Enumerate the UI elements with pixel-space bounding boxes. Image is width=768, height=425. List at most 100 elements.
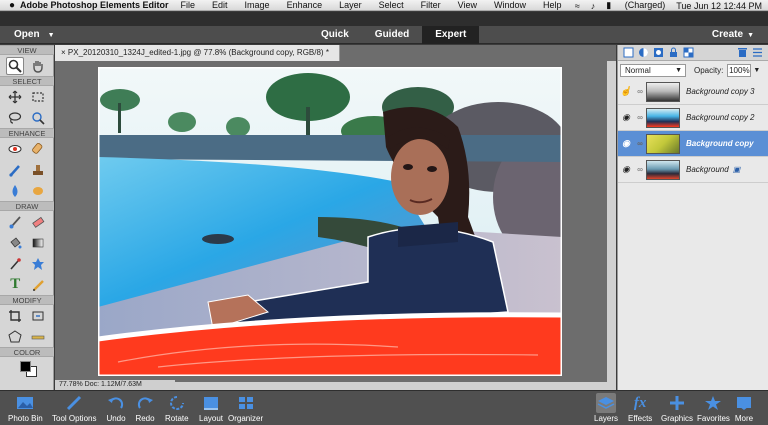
menu-window[interactable]: Window (494, 0, 526, 10)
redo-button[interactable]: Redo (135, 393, 155, 423)
lock-all-icon[interactable] (667, 47, 680, 59)
blend-mode-select[interactable]: Normal ▼ (620, 63, 686, 77)
menu-filter[interactable]: Filter (421, 0, 441, 10)
menu-file[interactable]: File (181, 0, 196, 10)
layer-mask-icon[interactable] (652, 47, 665, 59)
battery-label: (Charged) (624, 0, 666, 10)
blend-row: Normal ▼ Opacity: 100% ▼ (618, 61, 768, 79)
open-label: Open (14, 29, 40, 40)
tab-quick[interactable]: Quick (308, 26, 362, 44)
more-button[interactable]: More (734, 393, 754, 423)
photo-bin-button[interactable]: Photo Bin (8, 393, 43, 423)
layer-row[interactable]: ☝ ∞ Background copy 3 (618, 79, 768, 105)
pencil-tool-icon[interactable] (29, 276, 47, 294)
layer-row[interactable]: ◉ ∞ Background ▣ (618, 157, 768, 183)
gradient-tool-icon[interactable] (29, 234, 47, 252)
opacity-input[interactable]: 100% (727, 63, 752, 77)
wifi-icon[interactable]: ≈ (575, 1, 580, 11)
eye-icon[interactable]: ◉ (618, 164, 634, 175)
clock[interactable]: Tue Jun 12 12:44 PM (676, 1, 762, 11)
red-eye-tool-icon[interactable] (6, 140, 24, 158)
eyedropper-tool-icon[interactable] (6, 255, 24, 273)
type-tool-icon[interactable]: T (6, 276, 24, 294)
layers-button[interactable]: Layers (594, 393, 618, 423)
menu-edit[interactable]: Edit (212, 0, 228, 10)
apple-menu-icon[interactable]: ● (4, 0, 20, 11)
document-tab[interactable]: × PX_20120310_1324J_edited-1.jpg @ 77.8%… (55, 45, 340, 61)
organizer-button[interactable]: Organizer (228, 393, 263, 423)
favorites-button[interactable]: Favorites (697, 393, 730, 423)
layer-row-selected[interactable]: ◉ ∞ Background copy (618, 131, 768, 157)
layer-thumbnail (646, 107, 680, 128)
quick-selection-tool-icon[interactable] (29, 109, 47, 127)
volume-icon[interactable]: ♪ (591, 1, 596, 11)
effects-button[interactable]: fx Effects (628, 393, 652, 424)
new-adjustment-layer-icon[interactable] (637, 47, 650, 59)
vertical-scrollbar[interactable] (607, 61, 616, 383)
organizer-label: Organizer (228, 414, 264, 423)
open-button[interactable]: Open ▼ (14, 29, 55, 40)
tool-options-button[interactable]: Tool Options (52, 393, 96, 423)
hand-icon[interactable]: ☝ (618, 86, 634, 97)
menu-select[interactable]: Select (379, 0, 404, 10)
layer-thumbnail (646, 133, 680, 154)
tool-options-label: Tool Options (52, 414, 97, 423)
custom-shape-tool-icon[interactable] (29, 255, 47, 273)
lock-transparent-icon[interactable] (682, 47, 695, 59)
link-icon[interactable]: ∞ (634, 165, 646, 174)
recompose-tool-icon[interactable] (29, 307, 47, 325)
blur-tool-icon[interactable] (6, 182, 24, 200)
clone-stamp-tool-icon[interactable] (29, 161, 47, 179)
hand-tool-icon[interactable] (29, 57, 47, 75)
delete-layer-icon[interactable] (736, 47, 749, 59)
lock-icon: ▣ (732, 165, 741, 174)
layout-button[interactable]: Layout (199, 393, 223, 423)
eye-icon[interactable]: ◉ (618, 112, 634, 123)
smart-brush-tool-icon[interactable] (6, 161, 24, 179)
menu-enhance[interactable]: Enhance (287, 0, 323, 10)
marquee-tool-icon[interactable] (29, 88, 47, 106)
lasso-tool-icon[interactable] (6, 109, 24, 127)
spot-healing-tool-icon[interactable] (29, 140, 47, 158)
menu-image[interactable]: Image (245, 0, 270, 10)
new-layer-icon[interactable] (622, 47, 635, 59)
eraser-tool-icon[interactable] (29, 213, 47, 231)
create-button[interactable]: Create ▼ (712, 29, 754, 40)
fx-icon: fx (633, 394, 647, 411)
menu-layer[interactable]: Layer (339, 0, 362, 10)
layout-label: Layout (199, 414, 224, 423)
brush-tool-icon[interactable] (6, 213, 24, 231)
move-tool-icon[interactable] (6, 88, 24, 106)
menu-help[interactable]: Help (543, 0, 562, 10)
tab-guided[interactable]: Guided (362, 26, 422, 44)
crop-tool-icon[interactable] (6, 307, 24, 325)
layer-row[interactable]: ◉ ∞ Background copy 2 (618, 105, 768, 131)
horizontal-scrollbar[interactable] (175, 382, 616, 390)
panel-menu-icon[interactable] (751, 47, 764, 59)
section-modify: MODIFY (0, 295, 54, 305)
menu-view[interactable]: View (458, 0, 477, 10)
content-aware-move-tool-icon[interactable] (6, 328, 24, 346)
section-select: SELECT (0, 76, 54, 86)
paint-bucket-tool-icon[interactable] (6, 234, 24, 252)
eye-icon[interactable]: ◉ (618, 138, 634, 149)
link-icon[interactable]: ∞ (634, 87, 646, 96)
battery-status[interactable]: ▮ (Charged) (606, 0, 665, 11)
undo-button[interactable]: Undo (106, 393, 126, 423)
foreground-color-swatch[interactable] (20, 361, 31, 372)
zoom-tool-icon[interactable] (6, 56, 25, 75)
link-icon[interactable]: ∞ (634, 113, 646, 122)
color-swatches[interactable] (0, 357, 53, 379)
undo-icon (106, 393, 126, 413)
app-menu[interactable]: Adobe Photoshop Elements Editor (20, 0, 169, 10)
sponge-tool-icon[interactable] (29, 182, 47, 200)
opacity-stepper-icon[interactable]: ▼ (753, 67, 760, 74)
graphics-button[interactable]: Graphics (661, 393, 693, 423)
straighten-tool-icon[interactable] (29, 328, 47, 346)
link-icon[interactable]: ∞ (634, 139, 646, 148)
tab-expert[interactable]: Expert (422, 26, 480, 44)
rotate-button[interactable]: Rotate (165, 393, 189, 423)
layer-thumbnail (646, 81, 680, 102)
document-image[interactable] (98, 67, 562, 376)
redo-label: Redo (135, 414, 155, 423)
